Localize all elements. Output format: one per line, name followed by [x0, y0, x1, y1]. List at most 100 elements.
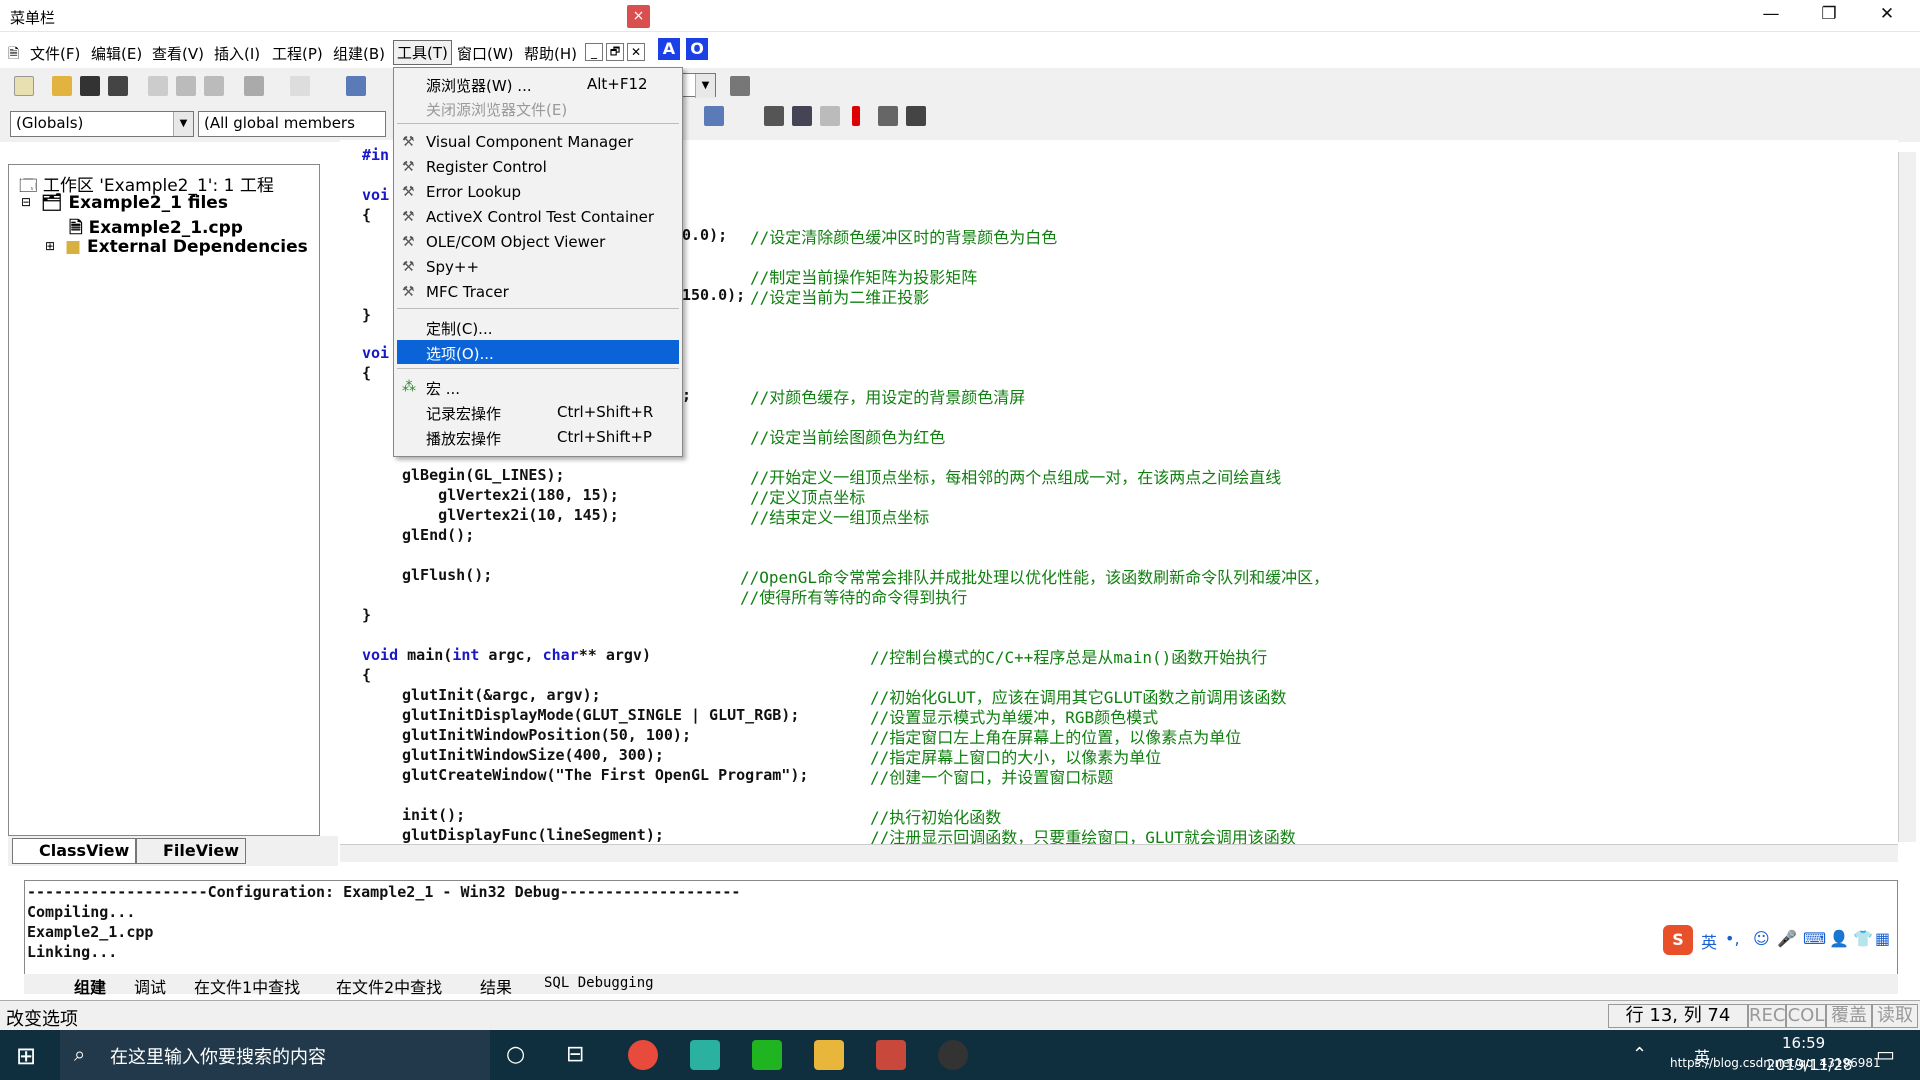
new-file-icon[interactable]	[14, 76, 34, 96]
mdi-minimize-button[interactable]: _	[585, 43, 603, 61]
tab-fileview[interactable]: FileView	[136, 838, 246, 864]
wizard-icon[interactable]	[704, 106, 724, 126]
stop-build-icon[interactable]	[820, 106, 840, 126]
status-col: COL	[1786, 1004, 1826, 1028]
clock-time[interactable]: 16:59	[1782, 1034, 1825, 1052]
workspace-icon[interactable]	[346, 76, 366, 96]
copy-icon[interactable]	[176, 76, 196, 96]
menu-item-record-macro[interactable]: 记录宏操作 Ctrl+Shift+R	[397, 400, 679, 424]
ime-toolbar[interactable]: S 英 •, ☺ 🎤 ⌨ 👤 👕 ▦	[1663, 925, 1893, 955]
close-button[interactable]: ✕	[1858, 0, 1916, 30]
menu-item-source-browser[interactable]: 源浏览器(W) ... Alt+F12	[397, 72, 679, 96]
document-icon: 🗎	[8, 46, 20, 62]
tab-build[interactable]: 组建	[74, 974, 106, 998]
save-icon[interactable]	[80, 76, 100, 96]
file-explorer-icon[interactable]	[814, 1040, 844, 1070]
compile-icon[interactable]	[764, 106, 784, 126]
tab-sql-debugging[interactable]: SQL Debugging	[544, 975, 654, 991]
build-icon[interactable]	[792, 106, 812, 126]
menu-insert[interactable]: 插入(I)	[214, 43, 260, 64]
find-in-files-icon[interactable]	[730, 76, 750, 96]
breakpoint-hand-icon[interactable]	[906, 106, 926, 126]
menu-view[interactable]: 查看(V)	[152, 43, 204, 64]
tab-results[interactable]: 结果	[480, 974, 512, 998]
menu-project[interactable]: 工程(P)	[272, 43, 323, 64]
ime-punct: •,	[1725, 929, 1740, 948]
tray-chevron-up-icon[interactable]: ⌃	[1632, 1044, 1647, 1065]
status-bar: 改变选项 行 13, 列 74 REC COL 覆盖 读取	[0, 1000, 1920, 1030]
tab-debug[interactable]: 调试	[134, 974, 166, 998]
open-folder-icon[interactable]	[52, 76, 72, 96]
redo-icon[interactable]	[290, 76, 310, 96]
macro-icon: ⁂	[402, 379, 416, 395]
opengl-app-icon[interactable]	[938, 1040, 968, 1070]
expand-icon[interactable]: ⊞	[45, 239, 55, 253]
o-toggle-button[interactable]: O	[686, 38, 708, 60]
menu-item-register-control[interactable]: ⚒ Register Control	[397, 155, 679, 179]
windows-start-icon[interactable]: ⊞	[16, 1042, 36, 1070]
menu-item-mfc-tracer[interactable]: ⚒ MFC Tracer	[397, 280, 679, 304]
editor-vertical-scrollbar[interactable]	[1898, 152, 1916, 842]
deps-node[interactable]: ■ External Dependencies	[65, 237, 308, 257]
tools-menu: 源浏览器(W) ... Alt+F12 关闭源浏览器文件(E) ⚒ Visual C…	[393, 67, 683, 457]
find-combo-arrow[interactable]: ▼	[680, 73, 716, 98]
taskbar-search[interactable]: ⌕ 在这里输入你要搜索的内容	[60, 1030, 490, 1080]
sogou-icon: S	[1663, 925, 1693, 955]
menu-edit[interactable]: 编辑(E)	[91, 43, 142, 64]
restore-button[interactable]: ❐	[1800, 0, 1858, 30]
clock-date[interactable]: 2019/11/28	[1766, 1056, 1852, 1074]
mdi-close-button[interactable]: ✕	[627, 43, 645, 61]
cut-icon[interactable]	[148, 76, 168, 96]
code-comment: //创建一个窗口，并设置窗口标题	[870, 768, 1114, 787]
code-line: }	[362, 606, 372, 624]
paste-icon[interactable]	[204, 76, 224, 96]
undo-icon[interactable]	[244, 76, 264, 96]
cortana-icon[interactable]: ○	[506, 1042, 525, 1067]
menu-item-macro[interactable]: ⁂ 宏 ...	[397, 375, 679, 399]
code-comment: //对颜色缓存，用设定的背景颜色清屏	[750, 388, 1026, 407]
menu-item-options[interactable]: 选项(O)...	[397, 340, 679, 364]
tab-find-in-files-1[interactable]: 在文件1中查找	[194, 974, 300, 998]
members-combo[interactable]: (All global members	[198, 111, 386, 137]
player-icon[interactable]	[690, 1040, 720, 1070]
code-line: glFlush();	[402, 566, 493, 584]
project-node[interactable]: 🗂 Example2_1 files	[41, 193, 228, 213]
globals-combo[interactable]: (Globals) ▼	[10, 111, 194, 137]
menu-item-customize[interactable]: 定制(C)...	[397, 315, 679, 339]
status-rec: REC	[1748, 1004, 1786, 1028]
menu-item-label: 播放宏操作	[426, 430, 502, 448]
inner-close-button[interactable]: ×	[627, 5, 650, 28]
go-icon[interactable]	[878, 106, 898, 126]
chrome-icon[interactable]	[628, 1040, 658, 1070]
menu-build[interactable]: 组建(B)	[333, 43, 385, 64]
code-line: void main(int argc, char** argv)	[362, 646, 651, 664]
menu-item-spy[interactable]: ⚒ Spy++	[397, 255, 679, 279]
tab-classview[interactable]: ClassView	[12, 838, 137, 864]
menu-tools[interactable]: 工具(T)	[393, 40, 452, 65]
menu-file[interactable]: 文件(F)	[30, 43, 80, 64]
cursor-position: 行 13, 列 74	[1608, 1004, 1748, 1028]
menu-item-error-lookup[interactable]: ⚒ Error Lookup	[397, 180, 679, 204]
menu-help[interactable]: 帮助(H)	[524, 43, 577, 64]
collapse-icon[interactable]: ⊟	[21, 195, 31, 209]
minimize-button[interactable]: —	[1742, 0, 1800, 30]
menu-item-vcm[interactable]: ⚒ Visual Component Manager	[397, 130, 679, 154]
task-view-icon[interactable]: ⊟	[566, 1042, 584, 1067]
menu-item-play-macro[interactable]: 播放宏操作 Ctrl+Shift+P	[397, 425, 679, 449]
save-all-icon[interactable]	[108, 76, 128, 96]
iqiyi-icon[interactable]	[752, 1040, 782, 1070]
search-placeholder: 在这里输入你要搜索的内容	[110, 1047, 326, 1068]
tab-find-in-files-2[interactable]: 在文件2中查找	[336, 974, 442, 998]
a-toggle-button[interactable]: A	[658, 38, 680, 60]
execute-icon[interactable]	[852, 106, 860, 126]
output-window[interactable]: --------------------Configuration: Examp…	[24, 880, 1898, 975]
mdi-restore-button[interactable]: 🗗	[606, 43, 624, 61]
project-label: Example2_1 files	[68, 193, 228, 213]
menu-item-ole-viewer[interactable]: ⚒ OLE/COM Object Viewer	[397, 230, 679, 254]
editor-horizontal-scrollbar[interactable]	[340, 844, 1898, 862]
menu-item-activex[interactable]: ⚒ ActiveX Control Test Container	[397, 205, 679, 229]
menu-window[interactable]: 窗口(W)	[457, 43, 514, 64]
vc6-icon[interactable]	[876, 1040, 906, 1070]
notification-icon[interactable]: ▭	[1876, 1042, 1895, 1066]
output-line: Linking...	[27, 943, 118, 961]
